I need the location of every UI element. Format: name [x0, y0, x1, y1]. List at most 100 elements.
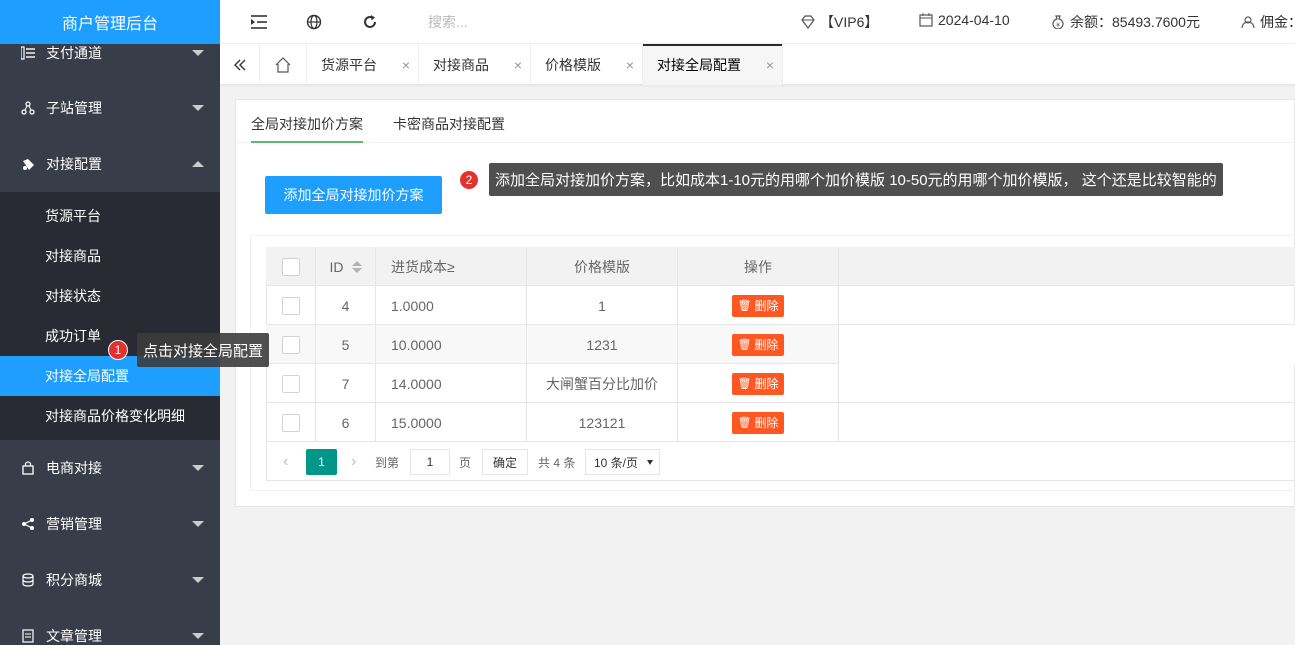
row-id: 7: [316, 364, 376, 403]
active-tab-indicator: [251, 141, 363, 143]
table-header: ID 进货成本≥ 价格模版 操作: [266, 247, 1295, 286]
tab-supply-platform[interactable]: 货源平台 ×: [307, 44, 419, 85]
table-row: 5 10.0000 1231 🗑 删除: [266, 325, 1295, 364]
row-action: 🗑 删除: [678, 364, 839, 403]
sidebar-item-docking-goods[interactable]: 对接商品: [0, 236, 220, 276]
row-select-cell: [266, 325, 316, 364]
row-checkbox[interactable]: [281, 413, 300, 432]
row-select-cell: [266, 364, 316, 403]
chevron-down-icon: [192, 521, 204, 527]
close-icon[interactable]: ×: [514, 57, 522, 73]
add-global-markup-button[interactable]: 添加全局对接加价方案: [265, 176, 442, 214]
row-checkbox[interactable]: [281, 374, 300, 393]
close-icon[interactable]: ×: [766, 57, 774, 73]
header-id[interactable]: ID: [316, 247, 376, 286]
row-cost: 14.0000: [376, 364, 527, 403]
table-row: 6 15.0000 123121 🗑 删除: [266, 403, 1295, 442]
row-template: 1: [527, 286, 678, 325]
row-template: 大闸蟹百分比加价: [527, 364, 678, 403]
sidebar-group-label: 电商对接: [46, 460, 102, 476]
header-action: 操作: [678, 247, 839, 286]
bag-icon: [20, 460, 36, 476]
home-icon[interactable]: [260, 44, 307, 85]
table-row: 7 14.0000 大闸蟹百分比加价 🗑 删除: [266, 364, 1295, 403]
row-template: 123121: [527, 403, 678, 442]
vip-level: 【VIP6】: [800, 12, 878, 32]
tab-docking-goods[interactable]: 对接商品 ×: [419, 44, 531, 85]
page-unit: 页: [459, 455, 472, 470]
close-icon[interactable]: ×: [626, 57, 634, 73]
sidebar-group-label: 营销管理: [46, 516, 102, 532]
per-page-select[interactable]: 10 条/页: [585, 449, 660, 475]
delete-label: 删除: [754, 299, 779, 313]
row-id: 4: [316, 286, 376, 325]
header-id-label: ID: [329, 258, 344, 275]
row-filler: [839, 364, 1295, 403]
sidebar-group-marketing[interactable]: 营销管理: [0, 496, 220, 552]
per-page-value: 10 条/页: [594, 455, 639, 470]
delete-button[interactable]: 🗑 删除: [731, 294, 785, 317]
sidebar-item-price-change-detail[interactable]: 对接商品价格变化明细: [0, 396, 220, 436]
annotation-tooltip: 添加全局对接加价方案，比如成本1-10元的用哪个加价模版 10-50元的用哪个加…: [489, 163, 1223, 196]
vip-label: 【VIP6】: [820, 14, 879, 30]
trash-icon: 🗑: [737, 378, 752, 390]
search-input[interactable]: 搜索...: [428, 12, 468, 32]
header-template: 价格模版: [527, 247, 678, 286]
sidebar-group-label: 对接配置: [46, 156, 102, 172]
row-template: 1231: [527, 325, 678, 364]
tab-price-template[interactable]: 价格模版 ×: [531, 44, 643, 85]
current-page[interactable]: 1: [306, 449, 337, 475]
share-icon: [20, 516, 36, 532]
sitemap-icon: [20, 100, 36, 116]
trash-icon: 🗑: [737, 300, 752, 312]
sidebar-group-substations[interactable]: 子站管理: [0, 80, 220, 136]
row-checkbox[interactable]: [281, 296, 300, 315]
sidebar-group-points-mall[interactable]: 积分商城: [0, 552, 220, 608]
sidebar-group-docking-config[interactable]: 对接配置: [0, 136, 220, 192]
table-row: 4 1.0000 1 🗑 删除: [266, 286, 1295, 325]
goto-page-input[interactable]: 1: [410, 449, 450, 475]
row-checkbox[interactable]: [281, 335, 300, 354]
row-id: 6: [316, 403, 376, 442]
sort-icon[interactable]: [351, 260, 362, 273]
header-filler: [839, 247, 1295, 286]
refresh-icon[interactable]: [361, 13, 379, 31]
row-filler: [839, 286, 1295, 325]
row-action: 🗑 删除: [678, 286, 839, 325]
page-tabs: 货源平台 × 对接商品 × 价格模版 × 对接全局配置 ×: [220, 44, 1295, 85]
money-bag-icon: ¥: [1050, 14, 1066, 30]
globe-icon[interactable]: [305, 13, 323, 31]
sidebar-item-docking-status[interactable]: 对接状态: [0, 276, 220, 316]
main-card: 全局对接加价方案 卡密商品对接配置 添加全局对接加价方案 ID 进货成本≥ 价格…: [235, 99, 1295, 507]
tab-label: 价格模版: [545, 56, 601, 73]
sidebar-group-label: 积分商城: [46, 572, 102, 588]
coins-icon: [20, 572, 36, 588]
tab-global-config[interactable]: 对接全局配置 ×: [643, 44, 783, 85]
sidebar-item-supply-platform[interactable]: 货源平台: [0, 196, 220, 236]
goto-ok-button[interactable]: 确定: [482, 449, 529, 475]
sidebar-group-payment[interactable]: 支付通道: [0, 44, 220, 62]
sidebar-group-label: 文章管理: [46, 628, 102, 644]
logo[interactable]: 商户管理后台: [0, 0, 220, 44]
sidebar-subnav: 货源平台 对接商品 对接状态 成功订单 对接全局配置 对接商品价格变化明细: [0, 192, 220, 440]
top-header: 搜索... 【VIP6】 2024-04-10 ¥ 余额：85493.7600元…: [220, 0, 1295, 44]
sidebar-group-ecommerce[interactable]: 电商对接: [0, 440, 220, 496]
close-icon[interactable]: ×: [402, 57, 410, 73]
tab-label: 对接商品: [433, 56, 489, 73]
prev-page-icon[interactable]: ‹: [283, 449, 288, 475]
select-all-checkbox[interactable]: [281, 257, 300, 276]
subtab-card-config[interactable]: 卡密商品对接配置: [393, 114, 505, 134]
goto-ok-wrap: 确定: [482, 449, 529, 475]
goto-page-wrap: 1: [410, 449, 450, 475]
tabs-scroll-left-icon[interactable]: [220, 44, 260, 85]
delete-button[interactable]: 🗑 删除: [731, 333, 785, 356]
menu-toggle-icon[interactable]: [250, 13, 268, 31]
delete-button[interactable]: 🗑 删除: [731, 372, 785, 395]
diamond-icon: [800, 14, 816, 30]
sidebar-group-articles[interactable]: 文章管理: [0, 608, 220, 645]
delete-button[interactable]: 🗑 删除: [731, 411, 785, 434]
row-cost: 10.0000: [376, 325, 527, 364]
subtab-global-markup[interactable]: 全局对接加价方案: [251, 114, 363, 134]
chevron-up-icon: [192, 161, 204, 167]
next-page-icon[interactable]: ›: [351, 449, 356, 475]
